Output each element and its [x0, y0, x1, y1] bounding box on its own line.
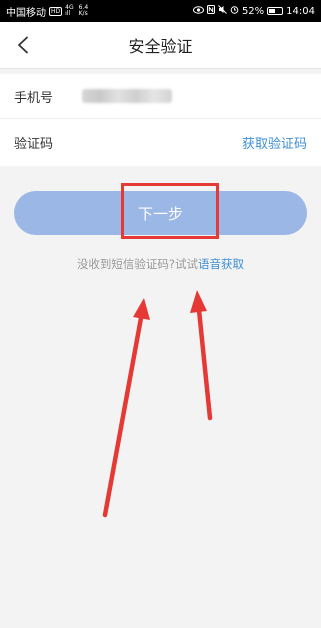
annotation-arrows: [102, 290, 213, 518]
annotation-arrow-left: [102, 298, 150, 518]
annotation-arrow-right: [190, 290, 213, 421]
